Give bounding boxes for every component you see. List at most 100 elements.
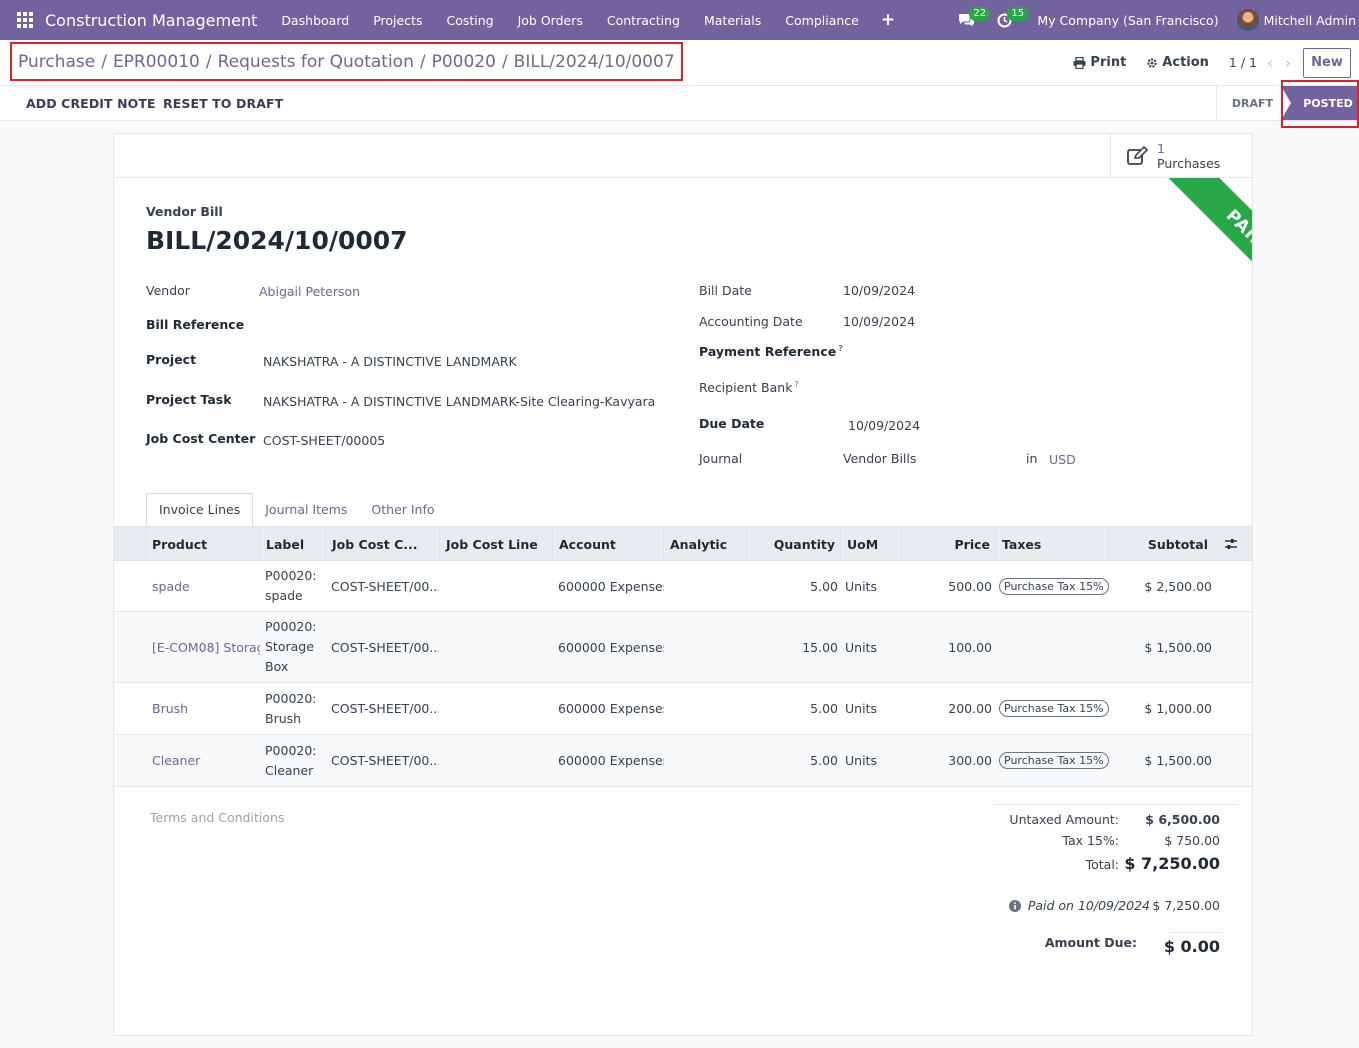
row-job-cost-center: COST-SHEET/00... — [331, 753, 439, 768]
currency-field[interactable]: USD — [1049, 452, 1076, 467]
table-row[interactable]: spade P00020: spade COST-SHEET/00... 600… — [114, 561, 1252, 612]
paid-on-label: Paid on 10/09/2024 — [1027, 898, 1150, 913]
row-label: P00020: Storage Box — [265, 619, 317, 674]
menu-job-orders[interactable]: Job Orders — [506, 13, 595, 28]
untaxed-amount-label: Untaxed Amount: — [1009, 812, 1119, 827]
row-product[interactable]: spade — [152, 561, 260, 611]
print-label: Print — [1090, 55, 1127, 70]
info-icon[interactable] — [1008, 899, 1021, 912]
column-analytic[interactable]: Analytic — [664, 527, 747, 561]
new-button[interactable]: New — [1303, 47, 1351, 78]
add-menu-icon[interactable]: + — [871, 10, 905, 30]
menu-materials[interactable]: Materials — [692, 13, 773, 28]
row-subtotal: $ 1,500.00 — [1144, 753, 1212, 768]
messages-button[interactable]: 22 — [949, 0, 991, 40]
menu-costing[interactable]: Costing — [434, 13, 505, 28]
row-job-cost-center: COST-SHEET/00... — [331, 578, 439, 594]
project-field[interactable]: NAKSHATRA - A DISTINCTIVE LANDMARK — [263, 354, 517, 369]
menu-contracting[interactable]: Contracting — [595, 13, 692, 28]
terms-and-conditions-field[interactable]: Terms and Conditions — [150, 810, 284, 825]
due-date-field[interactable]: 10/09/2024 — [848, 418, 920, 433]
user-menu[interactable]: Mitchell Admin — [1264, 13, 1356, 28]
vendor-label: Vendor — [146, 283, 190, 298]
add-credit-note-button[interactable]: ADD CREDIT NOTE — [26, 86, 156, 120]
activities-button[interactable]: 15 — [987, 0, 1029, 40]
row-product[interactable]: Cleaner — [152, 735, 260, 786]
column-label[interactable]: Label — [260, 527, 326, 561]
stage-posted[interactable]: POSTED — [1281, 86, 1359, 120]
table-row[interactable]: Cleaner P00020: Cleaner COST-SHEET/00...… — [114, 735, 1252, 787]
pager-prev-icon[interactable]: ‹ — [1267, 54, 1273, 72]
amount-due-value: $ 0.00 — [1163, 937, 1220, 956]
due-date-label: Due Date — [699, 416, 765, 431]
row-label: P00020: Brush — [265, 690, 317, 726]
column-taxes[interactable]: Taxes — [996, 527, 1109, 561]
breadcrumb-purchase[interactable]: Purchase — [18, 52, 95, 72]
row-product[interactable]: Brush — [152, 683, 260, 734]
row-job-cost-line — [445, 735, 551, 786]
column-product[interactable]: Product — [146, 527, 260, 561]
job-cost-center-field[interactable]: COST-SHEET/00005 — [263, 433, 385, 448]
recipient-bank-field[interactable] — [843, 380, 1223, 397]
column-uom[interactable]: UoM — [841, 527, 902, 561]
bill-reference-field[interactable] — [259, 317, 639, 334]
journal-field[interactable]: Vendor Bills — [843, 451, 916, 466]
amount-due-label: Amount Due: — [1044, 935, 1137, 950]
row-price: 200.00 — [948, 701, 992, 716]
menu-projects[interactable]: Projects — [361, 13, 434, 28]
tax-tag: Purchase Tax 15% — [999, 700, 1109, 717]
row-analytic — [670, 683, 746, 734]
breadcrumb-epr[interactable]: EPR00010 — [113, 52, 200, 72]
column-subtotal[interactable]: Subtotal — [1109, 527, 1213, 561]
edit-icon — [1127, 146, 1149, 165]
untaxed-amount-value: $ 6,500.00 — [1145, 812, 1220, 827]
vendor-field[interactable]: Abigail Peterson — [259, 284, 360, 299]
totals-divider — [996, 804, 1236, 805]
table-row[interactable]: [E-COM08] Storage Box P00020: Storage Bo… — [114, 612, 1252, 683]
bill-date-field[interactable]: 10/09/2024 — [843, 283, 915, 298]
tab-other-info[interactable]: Other Info — [359, 493, 446, 526]
column-job-cost-center[interactable]: Job Cost C... — [326, 527, 440, 561]
row-taxes: Purchase Tax 15% — [999, 683, 1109, 734]
column-price[interactable]: Price — [902, 527, 996, 561]
menu-compliance[interactable]: Compliance — [773, 13, 871, 28]
reset-to-draft-button[interactable]: RESET TO DRAFT — [163, 86, 283, 120]
table-row[interactable]: Brush P00020: Brush COST-SHEET/00... 600… — [114, 683, 1252, 735]
stage-draft[interactable]: DRAFT — [1215, 86, 1281, 120]
header-handle-cell — [114, 527, 146, 561]
pager-next-icon[interactable]: › — [1285, 54, 1291, 72]
row-analytic — [670, 561, 746, 611]
accounting-date-field[interactable]: 10/09/2024 — [843, 314, 915, 329]
tab-journal-items[interactable]: Journal Items — [253, 493, 359, 526]
menu-dashboard[interactable]: Dashboard — [269, 13, 361, 28]
total-label: Total: — [1085, 857, 1119, 872]
print-button[interactable]: Print — [1073, 55, 1126, 70]
payment-reference-field[interactable] — [843, 344, 1223, 361]
breadcrumb-po[interactable]: P00020 — [432, 52, 496, 72]
company-switcher[interactable]: My Company (San Francisco) — [1037, 13, 1218, 28]
row-uom: Units — [845, 701, 877, 716]
tab-invoice-lines[interactable]: Invoice Lines — [146, 493, 254, 526]
project-task-field[interactable]: NAKSHATRA - A DISTINCTIVE LANDMARK-Site … — [263, 394, 655, 409]
recipient-bank-label: Recipient Bank? — [699, 380, 799, 395]
row-subtotal: $ 2,500.00 — [1144, 578, 1212, 594]
breadcrumb-rfq[interactable]: Requests for Quotation — [218, 52, 414, 72]
user-avatar[interactable] — [1236, 9, 1259, 31]
column-job-cost-line[interactable]: Job Cost Line — [440, 527, 553, 561]
action-label: Action — [1162, 55, 1209, 70]
help-icon[interactable]: ? — [794, 380, 798, 389]
purchases-smart-button[interactable]: 1 Purchases — [1110, 134, 1252, 178]
column-quantity[interactable]: Quantity — [747, 527, 841, 561]
apps-menu-icon[interactable] — [17, 12, 33, 28]
row-taxes — [999, 612, 1109, 682]
optional-columns-icon[interactable] — [1218, 527, 1248, 561]
column-account[interactable]: Account — [553, 527, 664, 561]
tax-label: Tax 15%: — [1062, 833, 1119, 848]
action-button[interactable]: Action — [1146, 55, 1209, 70]
pager-value[interactable]: 1 / 1 — [1229, 55, 1257, 70]
purchases-label: Purchases — [1157, 156, 1221, 171]
accounting-date-label: Accounting Date — [699, 314, 803, 329]
top-navbar: Construction Management Dashboard Projec… — [0, 0, 1359, 40]
row-product[interactable]: [E-COM08] Storage Box — [152, 612, 260, 682]
app-title[interactable]: Construction Management — [45, 11, 257, 30]
